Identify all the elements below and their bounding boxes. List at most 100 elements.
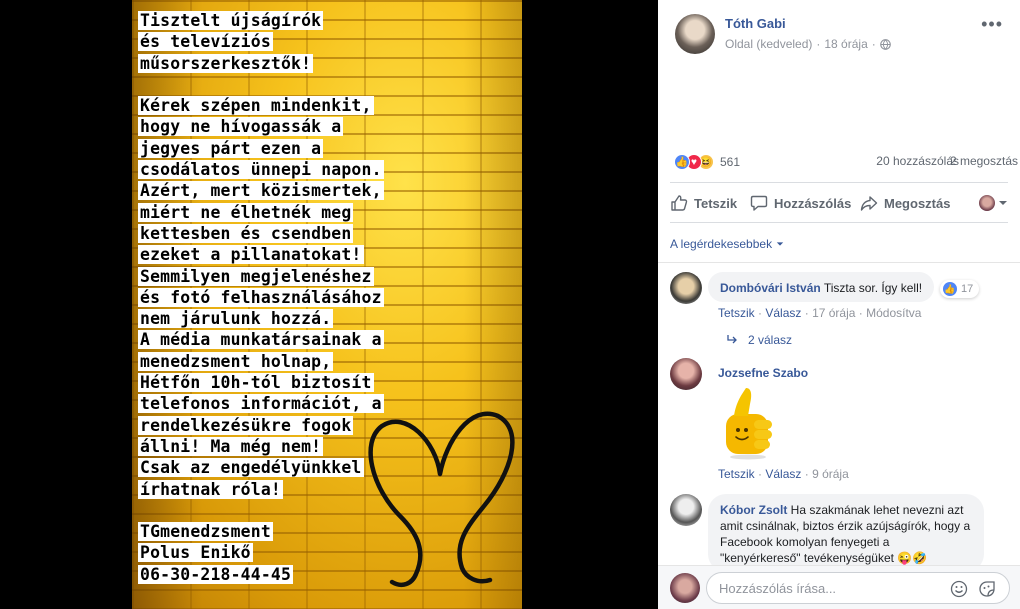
- author-avatar[interactable]: [675, 14, 715, 54]
- commenter-name[interactable]: Dombóvári István: [720, 281, 821, 295]
- heart-doodle-icon: [368, 411, 515, 587]
- notice-line-text: kettesben és csendben: [138, 223, 354, 243]
- reply-arrow-icon: [727, 335, 737, 344]
- commenter-avatar[interactable]: [670, 494, 702, 526]
- notice-line: miért ne élhetnék meg: [138, 202, 518, 223]
- notice-line: [138, 74, 518, 95]
- comment-count[interactable]: 20 hozzászólás: [876, 154, 959, 168]
- notice-line-text: ezeket a pillanatokat!: [138, 245, 364, 265]
- commenter-name[interactable]: Kóbor Zsolt: [720, 503, 787, 517]
- comment-text: Tiszta sor. Így kell!: [823, 281, 923, 295]
- notice-line-text: Hétfőn 10h-tól biztosít: [138, 373, 374, 393]
- comment-bubble-icon: [750, 195, 768, 211]
- author-name[interactable]: Tóth Gabi: [725, 16, 786, 31]
- notice-line: jegyes párt ezen a: [138, 138, 518, 159]
- comment-button-label: Hozzászólás: [774, 195, 852, 211]
- notice-line: Semmilyen megjelenéshez: [138, 266, 518, 287]
- comment-like-count: 17: [961, 283, 974, 295]
- post-panel: Tóth Gabi Oldal (kedveled) · 18 órája · …: [658, 0, 1020, 609]
- notice-line: Kérek szépen mindenkit,: [138, 95, 518, 116]
- like-button-label: Tetszik: [694, 195, 738, 211]
- notice-line-text: és fotó felhasználásához: [138, 287, 384, 307]
- comment-reply-link[interactable]: Válasz: [765, 306, 801, 320]
- comment-reply-link[interactable]: Válasz: [765, 467, 801, 481]
- sticker-icon[interactable]: [978, 580, 996, 598]
- globe-icon[interactable]: [879, 38, 891, 50]
- notice-line: Azért, mert közismertek,: [138, 180, 518, 201]
- comment-actions: Tetszik · Válasz · 9 órája: [718, 467, 849, 481]
- comment-like-link[interactable]: Tetszik: [718, 467, 755, 481]
- replies-label: 2 válasz: [748, 333, 793, 347]
- divider: [658, 262, 1020, 263]
- reactions-summary[interactable]: 👍 ♥ 😆 561 20 hozzászólás 2 megosztás: [674, 152, 1018, 172]
- commenter-avatar[interactable]: [670, 272, 702, 304]
- notice-line: ezeket a pillanatokat!: [138, 244, 518, 265]
- sort-label: A legérdekesebbek: [670, 237, 773, 251]
- notice-line: kettesben és csendben: [138, 223, 518, 244]
- comment-sort-dropdown[interactable]: A legérdekesebbek: [670, 237, 784, 251]
- emoji-icon[interactable]: [950, 580, 968, 598]
- notice-line-text: csodálatos ünnepi napon.: [138, 160, 384, 180]
- notice-line-text: Kérek szépen mindenkit,: [138, 96, 374, 116]
- notice-line: Tisztelt újságírók: [138, 10, 518, 31]
- divider: [670, 182, 1008, 183]
- comment-like-badge[interactable]: 👍 17: [940, 280, 980, 298]
- notice-line-text: Tisztelt újságírók: [138, 11, 324, 30]
- commenter-avatar[interactable]: [670, 358, 702, 390]
- comment-like-link[interactable]: Tetszik: [718, 306, 755, 320]
- comment-actions: Tetszik · Válasz · 17 órája · Módosítva: [718, 306, 922, 320]
- notice-line: Hétfőn 10h-tól biztosít: [138, 372, 518, 393]
- reaction-count[interactable]: 561: [720, 155, 740, 169]
- notice-line: hogy ne hívogassák a: [138, 116, 518, 137]
- notice-line-text: A média munkatársainak a: [138, 330, 384, 350]
- comment-edited-label[interactable]: Módosítva: [866, 306, 921, 320]
- reaction-identity-selector[interactable]: [979, 195, 1008, 211]
- notice-line: A média munkatársainak a: [138, 329, 518, 350]
- share-button-label: Megosztás: [884, 195, 951, 211]
- more-options-icon[interactable]: •••: [981, 14, 1003, 35]
- post-time[interactable]: 18 órája: [824, 37, 867, 51]
- notice-line-text: Polus Enikő: [138, 543, 253, 563]
- notice-line: menedzsment holnap,: [138, 351, 518, 372]
- post-meta: Oldal (kedveled) · 18 órája ·: [725, 37, 891, 51]
- notice-line-text: Csak az engedélyünkkel: [138, 458, 364, 478]
- user-avatar: [979, 195, 995, 211]
- comment-bubble: Kóbor Zsolt Ha szakmának lehet nevezni a…: [708, 494, 984, 572]
- view-replies-link[interactable]: 2 válasz: [726, 333, 792, 347]
- notice-line-text: írhatnak róla!: [138, 479, 283, 499]
- like-button[interactable]: Tetszik: [670, 194, 737, 212]
- caret-down-icon: [999, 201, 1007, 205]
- comment-button[interactable]: Hozzászólás: [750, 194, 851, 212]
- commenter-name[interactable]: Jozsefne Szabo: [718, 366, 808, 380]
- notice-line-text: TGmenedzsment: [138, 522, 273, 542]
- comment-composer: Hozzászólás írása...: [658, 565, 1020, 609]
- notice-line-text: jegyes párt ezen a: [138, 138, 324, 158]
- share-count[interactable]: 2 megosztás: [950, 154, 1018, 168]
- notice-line-text: hogy ne hívogassák a: [138, 117, 344, 137]
- notice-line-text: és televíziós: [138, 32, 273, 52]
- notice-line: és fotó felhasználásához: [138, 287, 518, 308]
- notice-line-text: [138, 75, 142, 94]
- like-reaction-icon: 👍: [674, 154, 690, 170]
- post-photo[interactable]: Tisztelt újságírók és televíziós műsorszer…: [132, 0, 522, 609]
- post-action-bar: Tetszik Hozzászólás Megosztás: [670, 188, 1008, 218]
- thumbs-up-sticker-icon: [726, 388, 772, 460]
- comment-input-placeholder: Hozzászólás írása...: [719, 580, 837, 596]
- notice-line-text: miért ne élhetnék meg: [138, 202, 354, 222]
- notice-line: műsorszerkesztők!: [138, 53, 518, 74]
- meta-separator: ·: [816, 37, 821, 51]
- user-avatar: [670, 573, 700, 603]
- share-arrow-icon: [860, 196, 878, 211]
- share-button[interactable]: Megosztás: [860, 194, 950, 212]
- comment-time[interactable]: 9 órája: [812, 467, 849, 481]
- comment-bubble: Dombóvári István Tiszta sor. Így kell!: [708, 272, 935, 302]
- page-liked-label: Oldal (kedveled): [725, 37, 813, 51]
- notice-line: csodálatos ünnepi napon.: [138, 159, 518, 180]
- caret-down-icon: [776, 242, 784, 246]
- notice-line-text: menedzsment holnap,: [138, 351, 334, 371]
- thumbs-up-icon: [671, 195, 688, 211]
- comment-time[interactable]: 17 órája: [812, 306, 855, 320]
- notice-line: nem járulunk hozzá.: [138, 308, 518, 329]
- divider: [670, 222, 1008, 223]
- photo-viewer: Tisztelt újságírók és televíziós műsorszer…: [0, 0, 658, 609]
